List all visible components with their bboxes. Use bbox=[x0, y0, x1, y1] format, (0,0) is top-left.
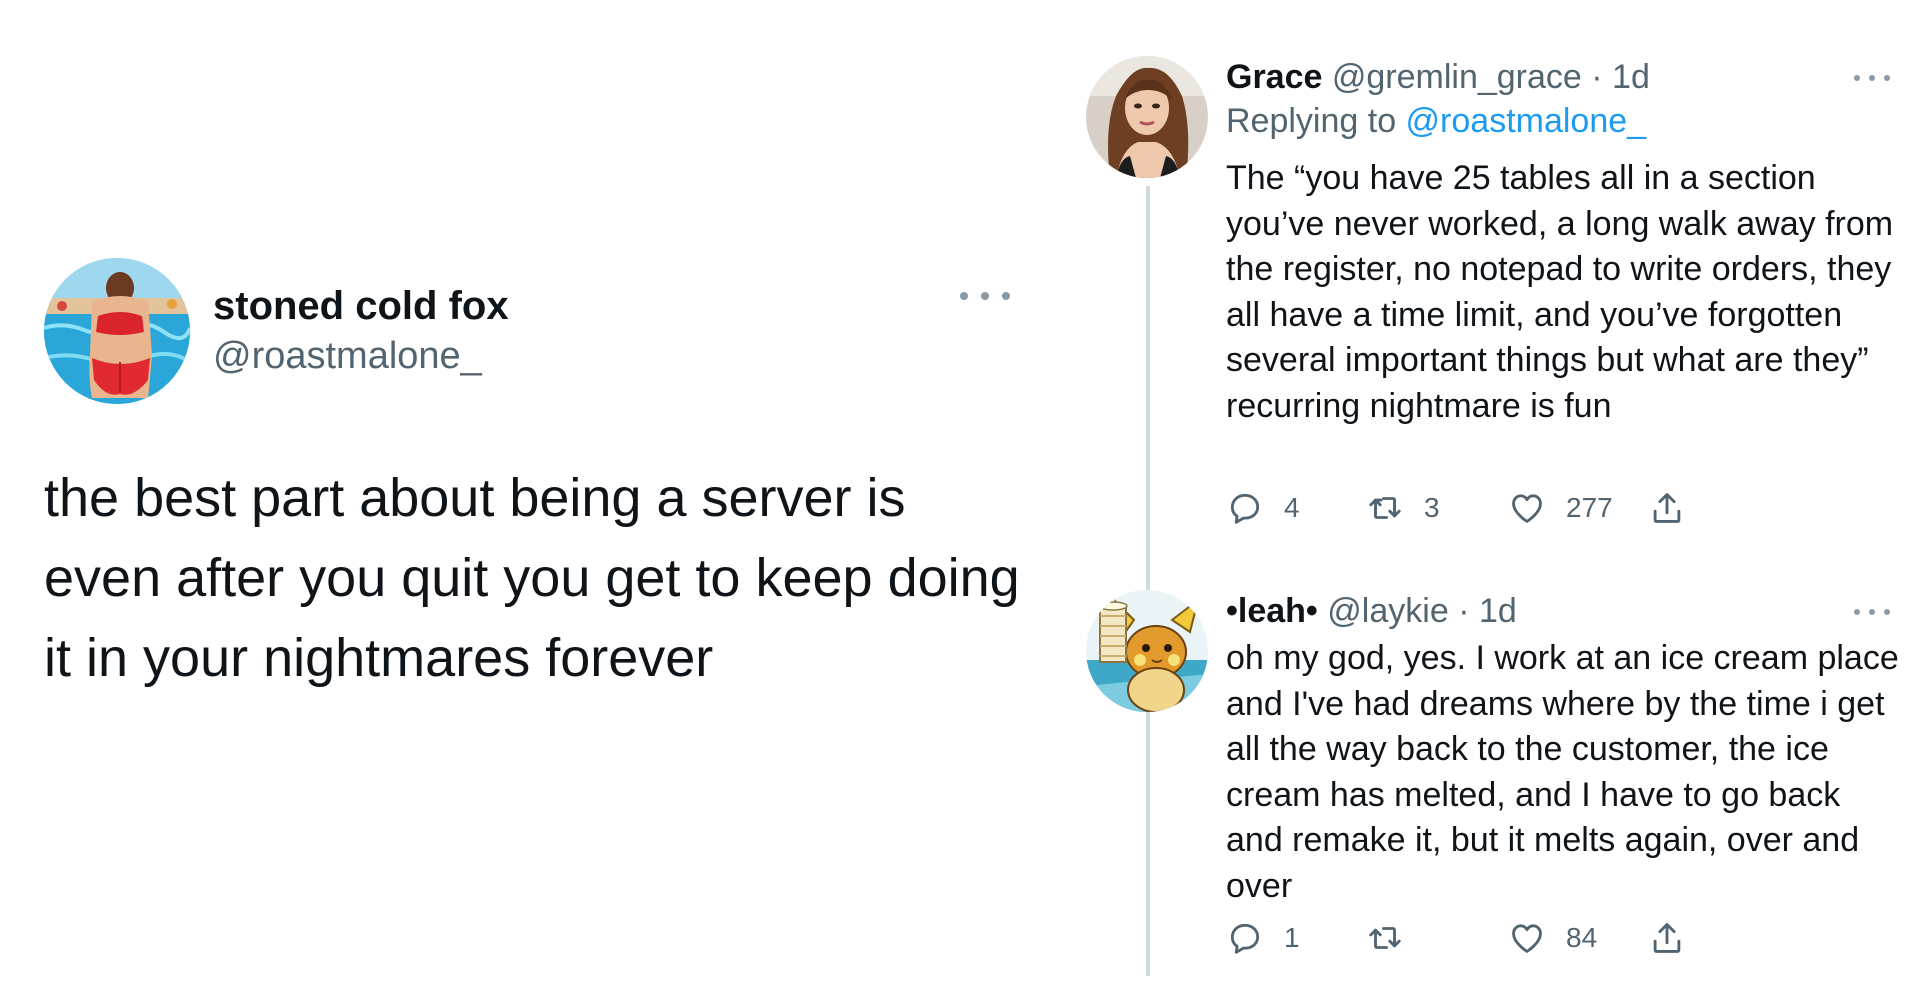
dot bbox=[1869, 609, 1875, 615]
handle[interactable]: @laykie bbox=[1327, 592, 1448, 630]
heart-icon bbox=[1512, 494, 1542, 523]
replying-to: Replying to @roastmalone_ bbox=[1226, 102, 1646, 141]
action-bar: 1 84 bbox=[1226, 916, 1826, 960]
reply-button[interactable]: 1 bbox=[1226, 916, 1300, 960]
like-count: 277 bbox=[1566, 492, 1613, 523]
dot bbox=[1884, 609, 1890, 615]
more-options-icon[interactable] bbox=[1854, 606, 1890, 618]
tweet-text: the best part about being a server is ev… bbox=[44, 468, 1020, 688]
dot bbox=[1869, 75, 1875, 81]
like-button[interactable]: 84 bbox=[1508, 916, 1597, 960]
replying-to-label: Replying to bbox=[1226, 102, 1406, 140]
retweet-button[interactable]: 3 bbox=[1366, 486, 1440, 530]
reply-header: Grace @gremlin_grace · 1d bbox=[1226, 58, 1650, 97]
like-button[interactable]: 277 bbox=[1508, 486, 1613, 530]
reply-icon bbox=[1230, 923, 1260, 954]
separator: · bbox=[1591, 58, 1603, 96]
share-button[interactable] bbox=[1648, 486, 1686, 530]
avatar[interactable] bbox=[1086, 56, 1208, 178]
tweet-text: oh my god, yes. I work at an ice cream p… bbox=[1226, 639, 1899, 905]
dot bbox=[1854, 609, 1860, 615]
handle[interactable]: @gremlin_grace bbox=[1332, 58, 1582, 96]
portrait-photo-avatar-icon bbox=[1086, 56, 1208, 178]
dot bbox=[960, 292, 968, 300]
action-bar: 4 3 277 bbox=[1226, 486, 1826, 530]
reply-count: 4 bbox=[1284, 492, 1300, 523]
display-name[interactable]: Grace bbox=[1226, 58, 1322, 96]
raichu-cartoon-avatar-icon bbox=[1086, 590, 1208, 712]
reply-tweet: •leah• @laykie · 1d oh my god, yes. I wo… bbox=[1086, 590, 1906, 990]
timestamp[interactable]: 1d bbox=[1612, 58, 1650, 96]
display-name[interactable]: stoned cold fox bbox=[213, 284, 509, 329]
reply-header: •leah• @laykie · 1d bbox=[1226, 592, 1517, 631]
heart-icon bbox=[1512, 924, 1542, 953]
retweet-icon bbox=[1369, 497, 1401, 519]
pool-photo-avatar-icon bbox=[44, 258, 190, 404]
more-options-icon[interactable] bbox=[960, 286, 1010, 306]
dot bbox=[1002, 292, 1010, 300]
share-icon bbox=[1653, 493, 1681, 523]
separator: · bbox=[1458, 592, 1470, 630]
dot bbox=[1854, 75, 1860, 81]
reply-button[interactable]: 4 bbox=[1226, 486, 1300, 530]
share-button[interactable] bbox=[1648, 916, 1686, 960]
avatar[interactable] bbox=[1086, 590, 1208, 712]
retweet-button[interactable] bbox=[1366, 916, 1424, 960]
like-count: 84 bbox=[1566, 922, 1598, 953]
timestamp[interactable]: 1d bbox=[1479, 592, 1517, 630]
display-name[interactable]: •leah• bbox=[1226, 592, 1318, 630]
avatar[interactable] bbox=[44, 258, 190, 404]
more-options-icon[interactable] bbox=[1854, 72, 1890, 84]
reply-icon bbox=[1230, 493, 1260, 524]
handle[interactable]: @roastmalone_ bbox=[213, 335, 482, 378]
dot bbox=[1884, 75, 1890, 81]
replying-to-link[interactable]: @roastmalone_ bbox=[1406, 102, 1647, 140]
reply-tweet: Grace @gremlin_grace · 1d Replying to @r… bbox=[1086, 56, 1906, 536]
share-icon bbox=[1653, 923, 1681, 953]
retweet-icon bbox=[1369, 927, 1401, 949]
retweet-count: 3 bbox=[1424, 492, 1440, 523]
reply-count: 1 bbox=[1284, 922, 1300, 953]
tweet-text: The “you have 25 tables all in a section… bbox=[1226, 159, 1894, 425]
tweet-screenshot: stoned cold fox @roastmalone_ the best p… bbox=[0, 0, 1920, 1008]
dot bbox=[981, 292, 989, 300]
